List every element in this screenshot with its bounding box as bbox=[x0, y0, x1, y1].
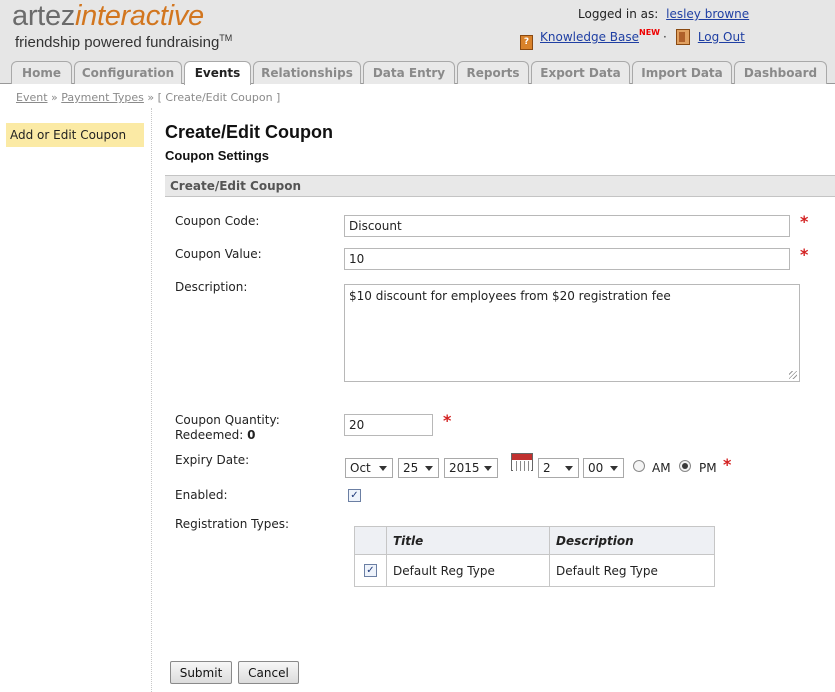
tab-dashboard[interactable]: Dashboard bbox=[734, 61, 827, 84]
required-mark: * bbox=[723, 455, 732, 474]
select-column-header bbox=[354, 526, 387, 555]
link-separator: · bbox=[662, 30, 667, 44]
breadcrumb-sep: » bbox=[51, 91, 58, 104]
chevron-down-icon bbox=[379, 466, 387, 471]
coupon-value-label: Coupon Value: bbox=[175, 247, 262, 261]
reg-type-checkbox[interactable]: ✓ bbox=[364, 564, 377, 577]
cancel-button[interactable]: Cancel bbox=[238, 661, 299, 684]
expiry-minute-select[interactable]: 00 bbox=[583, 458, 624, 478]
knowledge-base-link[interactable]: Knowledge Base bbox=[540, 30, 639, 44]
tab-import-data[interactable]: Import Data bbox=[632, 61, 732, 84]
top-links: ? Knowledge BaseNEW · Log Out bbox=[520, 28, 745, 50]
required-mark: * bbox=[800, 245, 809, 264]
expiry-day-select[interactable]: 25 bbox=[398, 458, 439, 478]
submit-button[interactable]: Submit bbox=[170, 661, 232, 684]
tab-home[interactable]: Home bbox=[11, 61, 72, 84]
section-title: Coupon Settings bbox=[165, 148, 269, 163]
brand-logo[interactable]: artezinteractive friendship powered fund… bbox=[12, 0, 232, 51]
logo-wordmark: artezinteractive bbox=[12, 0, 204, 32]
required-mark: * bbox=[443, 411, 452, 430]
registration-types-label: Registration Types: bbox=[175, 517, 290, 531]
new-badge: NEW bbox=[639, 28, 660, 37]
logged-in-label: Logged in as: bbox=[578, 7, 659, 21]
user-area: Logged in as: lesley browne bbox=[578, 7, 749, 21]
am-radio[interactable] bbox=[633, 460, 645, 472]
breadcrumb-event[interactable]: Event bbox=[16, 91, 48, 104]
chevron-down-icon bbox=[610, 466, 618, 471]
tab-relationships[interactable]: Relationships bbox=[253, 61, 361, 84]
row-title-cell: Default Reg Type bbox=[386, 554, 550, 587]
description-column-header: Description bbox=[549, 526, 715, 555]
registration-types-table: Title Description ✓ Default Reg Type Def… bbox=[354, 526, 715, 587]
expiry-date-label: Expiry Date: bbox=[175, 453, 250, 467]
coupon-quantity-label: Coupon Quantity: bbox=[175, 413, 280, 427]
resize-grip-icon[interactable] bbox=[789, 371, 797, 379]
page-title: Create/Edit Coupon bbox=[165, 122, 334, 142]
description-label: Description: bbox=[175, 280, 248, 294]
redeemed-value: 0 bbox=[247, 428, 256, 442]
user-name-link[interactable]: lesley browne bbox=[666, 7, 749, 21]
required-mark: * bbox=[800, 212, 809, 231]
coupon-code-label: Coupon Code: bbox=[175, 214, 260, 228]
coupon-quantity-input[interactable]: 20 bbox=[344, 414, 433, 436]
logout-icon bbox=[675, 29, 690, 45]
am-label: AM bbox=[652, 461, 671, 475]
row-select-cell: ✓ bbox=[354, 554, 387, 587]
logout-link[interactable]: Log Out bbox=[698, 30, 745, 44]
expiry-hour-select[interactable]: 2 bbox=[538, 458, 579, 478]
table-row: ✓ Default Reg Type Default Reg Type bbox=[354, 554, 715, 587]
enabled-label: Enabled: bbox=[175, 488, 228, 502]
breadcrumb-current: [ Create/Edit Coupon ] bbox=[157, 91, 281, 104]
app-header: artezinteractive friendship powered fund… bbox=[0, 0, 835, 85]
breadcrumb-payment-types[interactable]: Payment Types bbox=[61, 91, 144, 104]
redeemed-info: Redeemed: 0 bbox=[175, 428, 255, 442]
sidebar-item-add-edit-coupon[interactable]: Add or Edit Coupon bbox=[6, 123, 144, 147]
description-text: $10 discount for employees from $20 regi… bbox=[349, 289, 671, 303]
sidebar: Add or Edit Coupon bbox=[0, 108, 152, 692]
tab-data-entry[interactable]: Data Entry bbox=[363, 61, 455, 84]
logo-tagline: friendship powered fundraisingTM bbox=[15, 33, 233, 51]
redeemed-label: Redeemed: bbox=[175, 428, 244, 442]
pm-radio[interactable] bbox=[679, 460, 691, 472]
chevron-down-icon bbox=[565, 466, 573, 471]
breadcrumb: Event » Payment Types » [ Create/Edit Co… bbox=[16, 91, 280, 104]
expiry-month-select[interactable]: Oct bbox=[345, 458, 393, 478]
tab-configuration[interactable]: Configuration bbox=[74, 61, 182, 84]
description-textarea[interactable]: $10 discount for employees from $20 regi… bbox=[344, 284, 800, 382]
coupon-value-input[interactable]: 10 bbox=[344, 248, 790, 270]
title-column-header: Title bbox=[386, 526, 550, 555]
row-description-cell: Default Reg Type bbox=[549, 554, 715, 587]
tab-reports[interactable]: Reports bbox=[457, 61, 529, 84]
chevron-down-icon bbox=[484, 466, 492, 471]
expiry-year-select[interactable]: 2015 bbox=[444, 458, 498, 478]
knowledge-base-icon: ? bbox=[520, 35, 533, 50]
table-header-row: Title Description bbox=[354, 526, 715, 555]
tab-events[interactable]: Events bbox=[184, 61, 251, 85]
coupon-code-input[interactable]: Discount bbox=[344, 215, 790, 237]
enabled-checkbox[interactable]: ✓ bbox=[348, 489, 361, 502]
calendar-icon[interactable] bbox=[511, 453, 533, 471]
pm-label: PM bbox=[699, 461, 717, 475]
tab-export-data[interactable]: Export Data bbox=[531, 61, 630, 84]
breadcrumb-sep: » bbox=[147, 91, 155, 104]
chevron-down-icon bbox=[425, 466, 433, 471]
panel-header: Create/Edit Coupon bbox=[165, 175, 835, 197]
